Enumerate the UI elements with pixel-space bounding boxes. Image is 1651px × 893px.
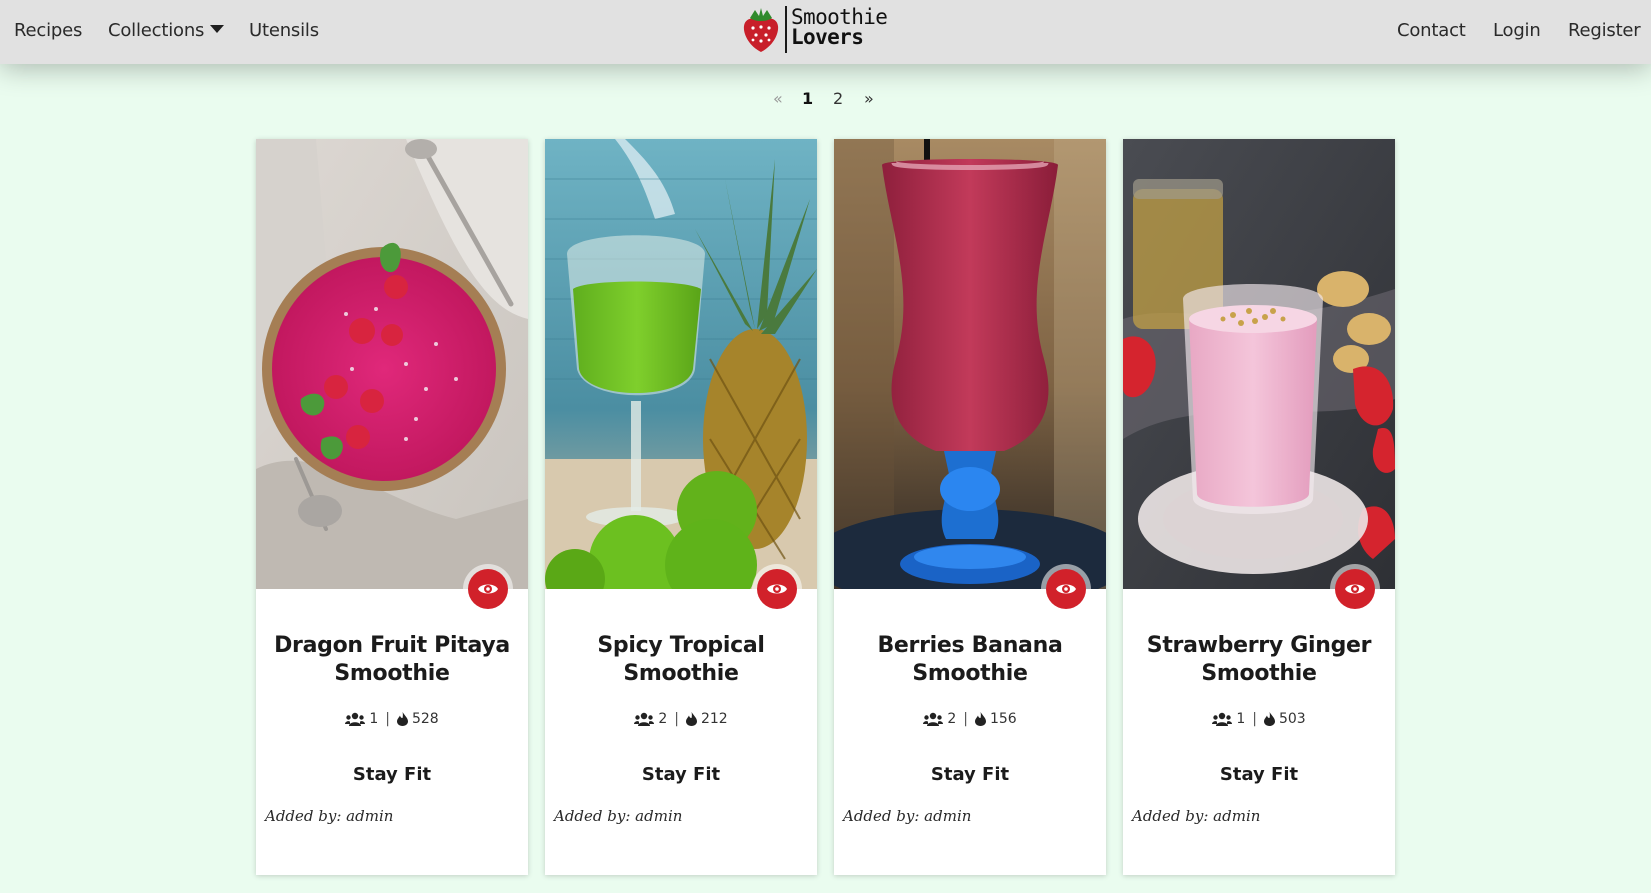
users-icon [1212,712,1233,726]
recipe-card[interactable]: Berries Banana Smoothie 2 | 156 Stay Fit… [834,139,1106,875]
recipe-image [834,139,1106,589]
flame-icon [685,712,697,726]
nav-recipes-link[interactable]: Recipes [14,20,82,41]
nav-collections-dropdown[interactable]: Collections [108,20,225,41]
recipe-image [256,139,528,589]
pagination-page-2[interactable]: 2 [833,89,843,108]
recipe-card[interactable]: Strawberry Ginger Smoothie 1 | 503 Stay … [1123,139,1395,875]
recipe-author: Added by: admin [265,807,394,825]
recipe-category: Stay Fit [641,764,721,785]
eye-icon [767,584,787,594]
nav-register-link[interactable]: Register [1568,20,1641,41]
recipe-image [545,139,817,589]
recipe-meta: 1 | 528 [256,711,528,727]
recipe-meta: 2 | 156 [834,711,1106,727]
meta-separator: | [385,711,390,727]
recipe-image [1123,139,1395,589]
servings-count: 1 [1236,711,1246,727]
brand-line-2: Lovers [791,25,864,49]
flame-icon [974,712,986,726]
servings-count: 2 [658,711,668,727]
recipe-title: Strawberry Ginger Smoothie [1146,633,1372,686]
pagination-prev[interactable]: « [773,89,783,108]
view-recipe-button[interactable] [463,564,513,614]
pagination-page-1[interactable]: 1 [802,89,813,108]
recipe-meta: 2 | 212 [545,711,817,727]
users-icon [345,712,366,726]
nav-contact-link[interactable]: Contact [1397,20,1466,41]
recipe-card[interactable]: Dragon Fruit Pitaya Smoothie 1 | 528 Sta… [256,139,528,875]
flame-icon [396,712,408,726]
calories-count: 156 [989,711,1017,727]
recipe-author: Added by: admin [554,807,683,825]
nav-collections-label: Collections [108,20,205,41]
eye-icon [1056,584,1076,594]
calories-count: 528 [411,711,439,727]
recipe-author: Added by: admin [843,807,972,825]
users-icon [923,712,944,726]
top-navbar: Recipes Collections Utensils Smoothie Lo… [0,0,1651,64]
recipe-meta: 1 | 503 [1123,711,1395,727]
servings-count: 2 [947,711,957,727]
calories-count: 503 [1278,711,1306,727]
pagination-next[interactable]: » [864,89,874,108]
meta-separator: | [674,711,679,727]
view-recipe-button[interactable] [752,564,802,614]
servings-count: 1 [369,711,379,727]
view-recipe-button[interactable] [1330,564,1380,614]
meta-separator: | [1252,711,1257,727]
flame-icon [1263,712,1275,726]
nav-utensils-link[interactable]: Utensils [249,20,319,41]
recipe-title: Spicy Tropical Smoothie [597,633,765,686]
recipe-title: Berries Banana Smoothie [877,633,1063,686]
meta-separator: | [963,711,968,727]
recipe-category: Stay Fit [1219,764,1299,785]
eye-icon [1345,584,1365,594]
view-recipe-button[interactable] [1041,564,1091,614]
strawberry-icon [743,8,779,52]
recipe-category: Stay Fit [930,764,1010,785]
eye-icon [478,584,498,594]
nav-login-link[interactable]: Login [1493,20,1541,41]
recipe-card[interactable]: Spicy Tropical Smoothie 2 | 212 Stay Fit… [545,139,817,875]
calories-count: 212 [700,711,728,727]
recipe-category: Stay Fit [352,764,432,785]
caret-down-icon [210,25,225,33]
brand-logo[interactable]: Smoothie Lovers [741,4,901,56]
users-icon [634,712,655,726]
recipe-title: Dragon Fruit Pitaya Smoothie [274,633,510,686]
brand-line-1: Smoothie [791,5,888,29]
recipe-author: Added by: admin [1132,807,1261,825]
brand-divider [785,6,787,53]
brand-name: Smoothie Lovers [791,5,888,49]
